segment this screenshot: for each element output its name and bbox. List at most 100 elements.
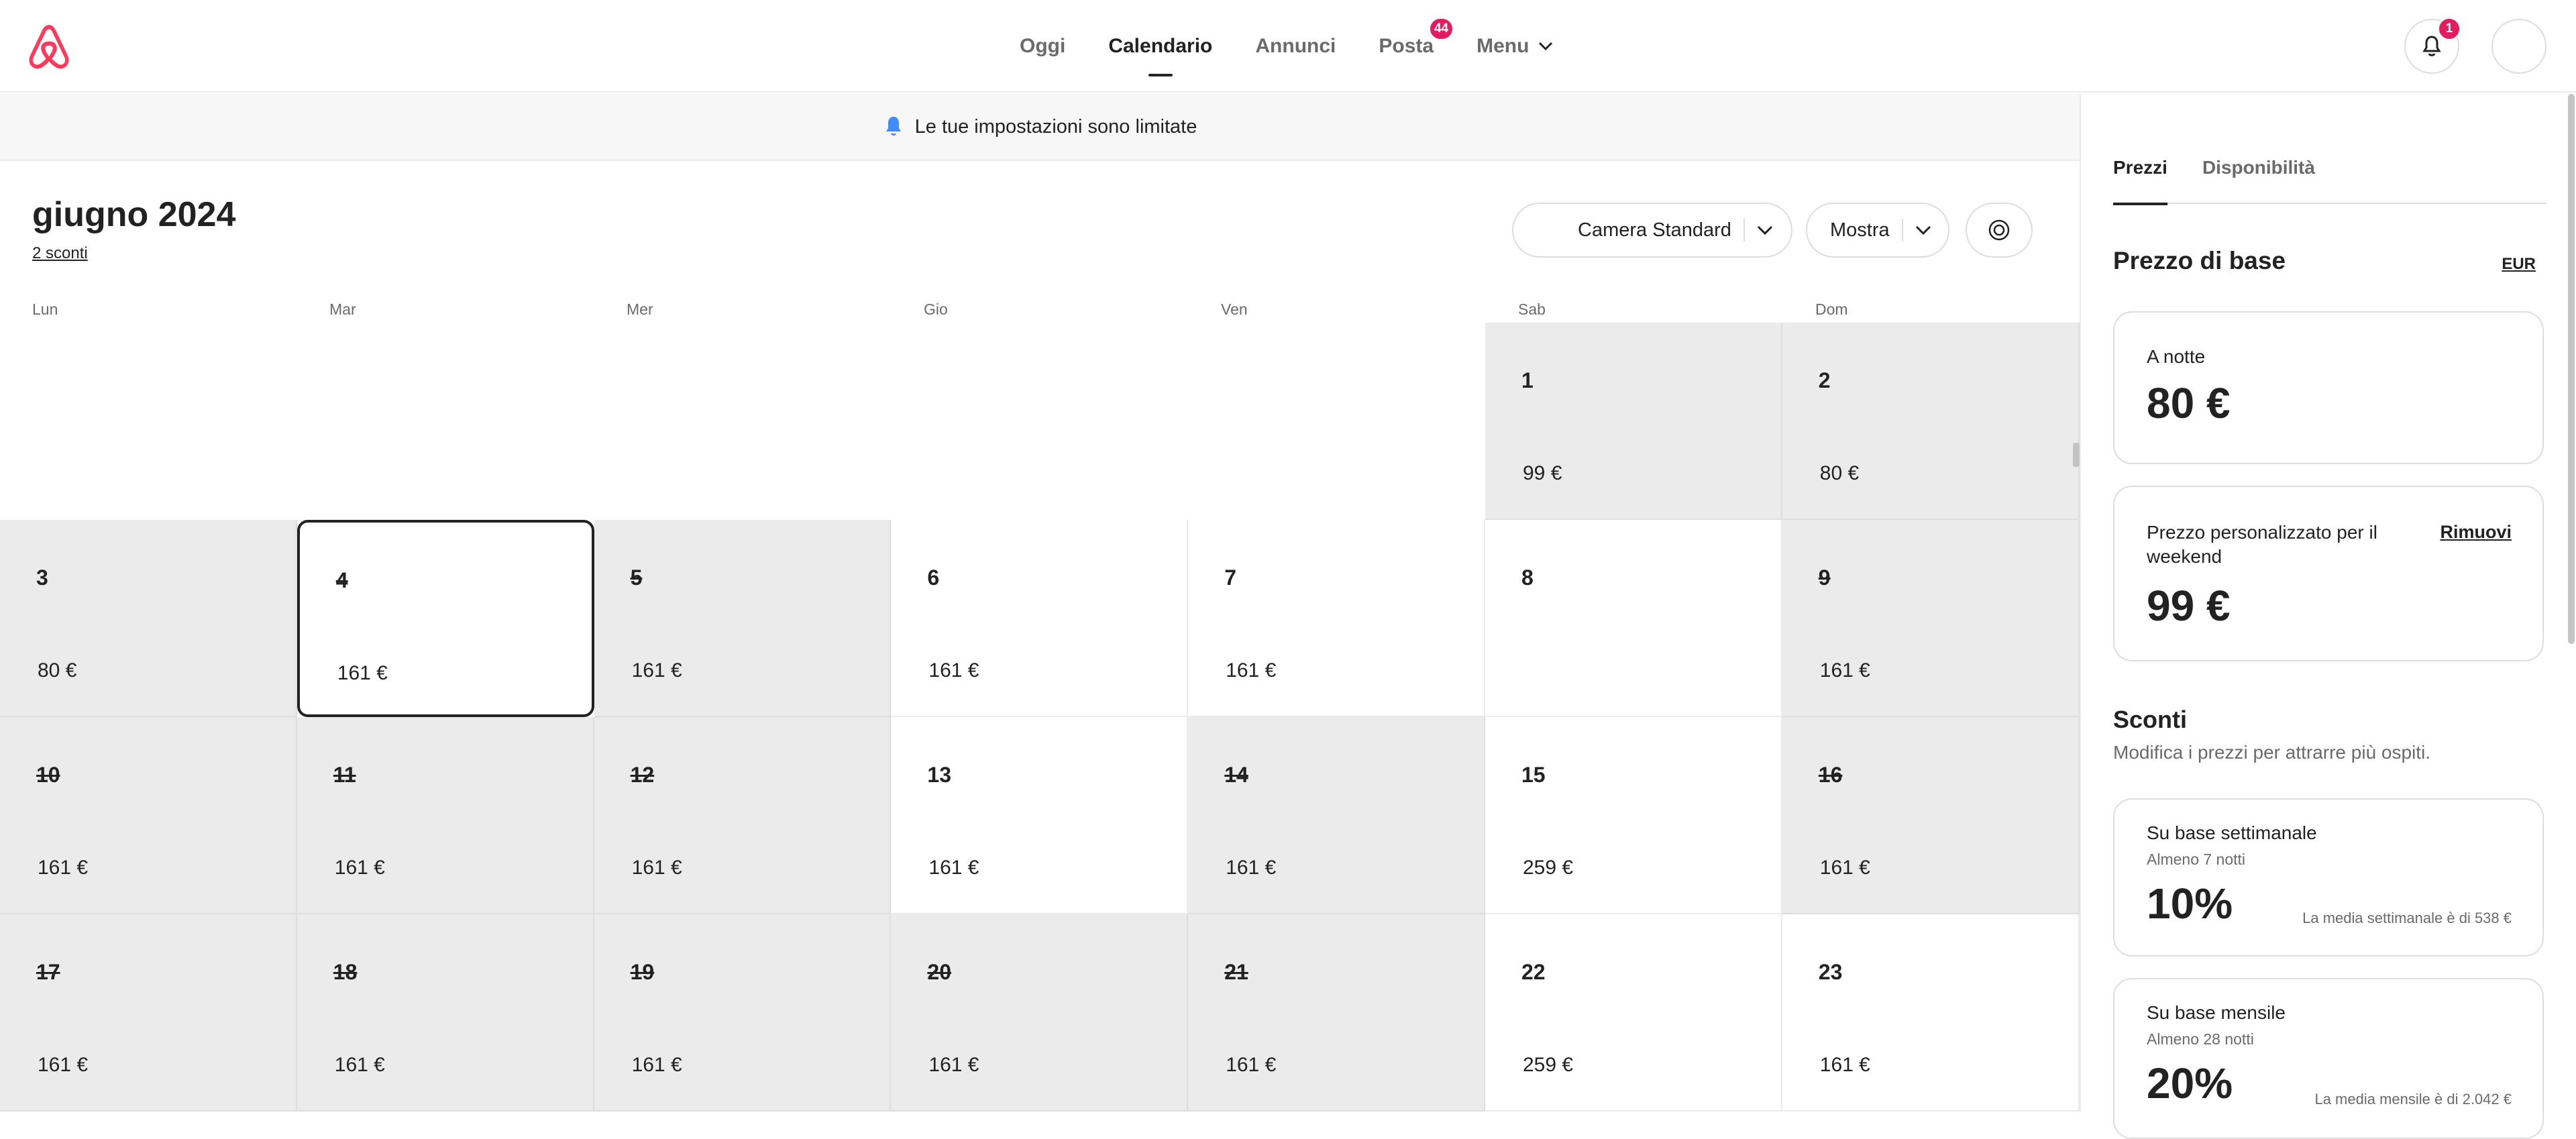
weekday-lun: Lun — [32, 301, 58, 318]
monthly-discount-card[interactable]: Su base mensile Almeno 28 notti 20% La m… — [2113, 978, 2544, 1139]
monthly-discount-note: La media mensile è di 2.042 € — [2314, 1091, 2512, 1107]
calendar-day-9[interactable]: 9 161 € — [1782, 520, 2080, 717]
day-number: 14 — [1224, 763, 1248, 787]
nav-menu-label: Menu — [1477, 35, 1529, 57]
avatar[interactable] — [2491, 19, 2546, 74]
day-number: 1 — [1521, 368, 1534, 392]
day-number: 4 — [335, 568, 348, 592]
calendar-day-23[interactable]: 23 161 € — [1782, 914, 2080, 1111]
notifications-button[interactable]: 1 — [2404, 17, 2461, 74]
calendar-day-12[interactable]: 12 161 € — [594, 717, 892, 914]
weekday-header: Lun Mar Mer Gio Ven Sab Dom — [0, 301, 2080, 323]
day-number: 10 — [36, 763, 60, 787]
currency-link[interactable]: EUR — [2502, 255, 2536, 274]
nav-annunci-label: Annunci — [1255, 35, 1336, 57]
day-number: 20 — [927, 960, 951, 984]
weekly-discount-card[interactable]: Su base settimanale Almeno 7 notti 10% L… — [2113, 798, 2544, 957]
day-price: 161 € — [631, 857, 682, 879]
calendar-day-18[interactable]: 18 161 € — [297, 914, 594, 1111]
calendar-day-3[interactable]: 3 80 € — [0, 520, 297, 717]
calendar-day-13[interactable]: 13 161 € — [891, 717, 1189, 914]
nightly-price-card[interactable]: A notte 80 € — [2113, 311, 2544, 464]
nav-annunci[interactable]: Annunci — [1255, 35, 1336, 58]
month-title: giugno 2024 — [32, 195, 236, 234]
calendar-day-20[interactable]: 20 161 € — [891, 914, 1189, 1111]
nightly-price-value: 80 € — [2147, 379, 2231, 427]
tab-prezzi[interactable]: Prezzi — [2113, 157, 2167, 205]
day-price: 161 € — [1226, 659, 1277, 682]
calendar-day-15[interactable]: 15 259 € — [1485, 717, 1782, 914]
day-price: 259 € — [1523, 1054, 1574, 1076]
discounts-title: Sconti — [2113, 706, 2188, 733]
chevron-down-icon — [1915, 225, 1931, 235]
calendar-day-7[interactable]: 7 161 € — [1188, 520, 1485, 717]
weekend-price-card[interactable]: Prezzo personalizzato per il weekend Rim… — [2113, 486, 2544, 661]
weekend-price-value: 99 € — [2147, 582, 2231, 630]
day-price: 161 € — [334, 857, 385, 879]
divider — [1743, 219, 1745, 241]
banner-text: Le tue impostazioni sono limitate — [914, 115, 1197, 138]
day-number: 6 — [927, 565, 940, 590]
day-price: 161 € — [1226, 1054, 1277, 1076]
bell-icon — [2422, 36, 2441, 56]
pricing-sidebar: Prezzi Disponibilità Prezzo di base EUR … — [2080, 94, 2576, 1139]
sidebar-tabs: Prezzi Disponibilità — [2113, 157, 2546, 205]
notifications-badge: 1 — [2438, 17, 2461, 40]
remove-button[interactable]: Rimuovi — [2440, 522, 2512, 543]
show-selector[interactable]: Mostra — [1806, 203, 1949, 258]
calendar-day-11[interactable]: 11 161 € — [297, 717, 594, 914]
day-price: 161 € — [928, 1054, 979, 1076]
weekday-sab: Sab — [1518, 301, 1546, 318]
calendar-day-5[interactable]: 5 161 € — [594, 520, 892, 717]
airbnb-logo-icon[interactable] — [25, 23, 72, 71]
calendar-day-22[interactable]: 22 259 € — [1485, 914, 1782, 1111]
day-price: 161 € — [631, 1054, 682, 1076]
divider — [1901, 219, 1903, 241]
weekly-discount-sub: Almeno 7 notti — [2147, 851, 2246, 868]
room-selector[interactable]: Camera Standard — [1512, 203, 1792, 258]
day-price: 161 € — [1226, 857, 1277, 879]
weekend-price-label: Prezzo personalizzato per il weekend — [2147, 522, 2377, 567]
sidebar-scrollbar[interactable] — [2568, 94, 2575, 644]
calendar-day-4[interactable]: 4 161 € — [297, 520, 594, 717]
day-price: 161 € — [337, 662, 388, 684]
discounts-link[interactable]: 2 sconti — [32, 244, 88, 263]
calendar-day-2[interactable]: 2 80 € — [1782, 323, 2080, 520]
day-number: 2 — [1818, 368, 1831, 392]
calendar-day-10[interactable]: 10 161 € — [0, 717, 297, 914]
nav-posta-label: Posta — [1379, 35, 1434, 57]
calendar-day-1[interactable]: 1 99 € — [1485, 323, 1782, 520]
day-price: 161 € — [1819, 857, 1870, 879]
calendar-day-19[interactable]: 19 161 € — [594, 914, 892, 1111]
day-number: 15 — [1521, 763, 1546, 787]
day-price: 259 € — [1523, 857, 1574, 879]
calendar-settings-button[interactable] — [1966, 203, 2033, 258]
monthly-discount-value: 20% — [2147, 1059, 2233, 1107]
calendar-day-17[interactable]: 17 161 € — [0, 914, 297, 1111]
grid-scroll-handle[interactable] — [2073, 443, 2080, 467]
calendar-day-6[interactable]: 6 161 € — [891, 520, 1189, 717]
posta-unread-badge: 44 — [1428, 17, 1454, 40]
weekday-dom: Dom — [1815, 301, 1848, 318]
day-number: 3 — [36, 565, 48, 590]
nav-calendario[interactable]: Calendario — [1108, 35, 1212, 58]
calendar-grid: 1 99 € 2 80 € 3 80 € 4 161 € 5 161 € 6 161 € 7 161 € 8… — [0, 323, 2080, 1114]
nav-menu[interactable]: Menu — [1477, 35, 1553, 58]
settings-icon — [1988, 219, 2010, 241]
nav-oggi[interactable]: Oggi — [1020, 35, 1065, 58]
calendar-day-8[interactable]: 8 — [1485, 520, 1782, 717]
day-price: 161 € — [38, 1054, 89, 1076]
day-price: 161 € — [38, 857, 89, 879]
tab-disponibilita[interactable]: Disponibilità — [2202, 157, 2315, 204]
day-number: 21 — [1224, 960, 1248, 984]
calendar-day-21[interactable]: 21 161 € — [1188, 914, 1485, 1111]
calendar-day-16[interactable]: 16 161 € — [1782, 717, 2080, 914]
day-number: 11 — [333, 763, 356, 787]
settings-limited-banner[interactable]: Le tue impostazioni sono limitate — [0, 94, 2080, 161]
weekday-ven: Ven — [1221, 301, 1248, 318]
chevron-down-icon — [1539, 42, 1553, 51]
day-price: 161 € — [1819, 1054, 1870, 1076]
day-number: 7 — [1224, 565, 1236, 590]
calendar-day-14[interactable]: 14 161 € — [1188, 717, 1485, 914]
nav-posta[interactable]: Posta 44 — [1379, 17, 1454, 58]
